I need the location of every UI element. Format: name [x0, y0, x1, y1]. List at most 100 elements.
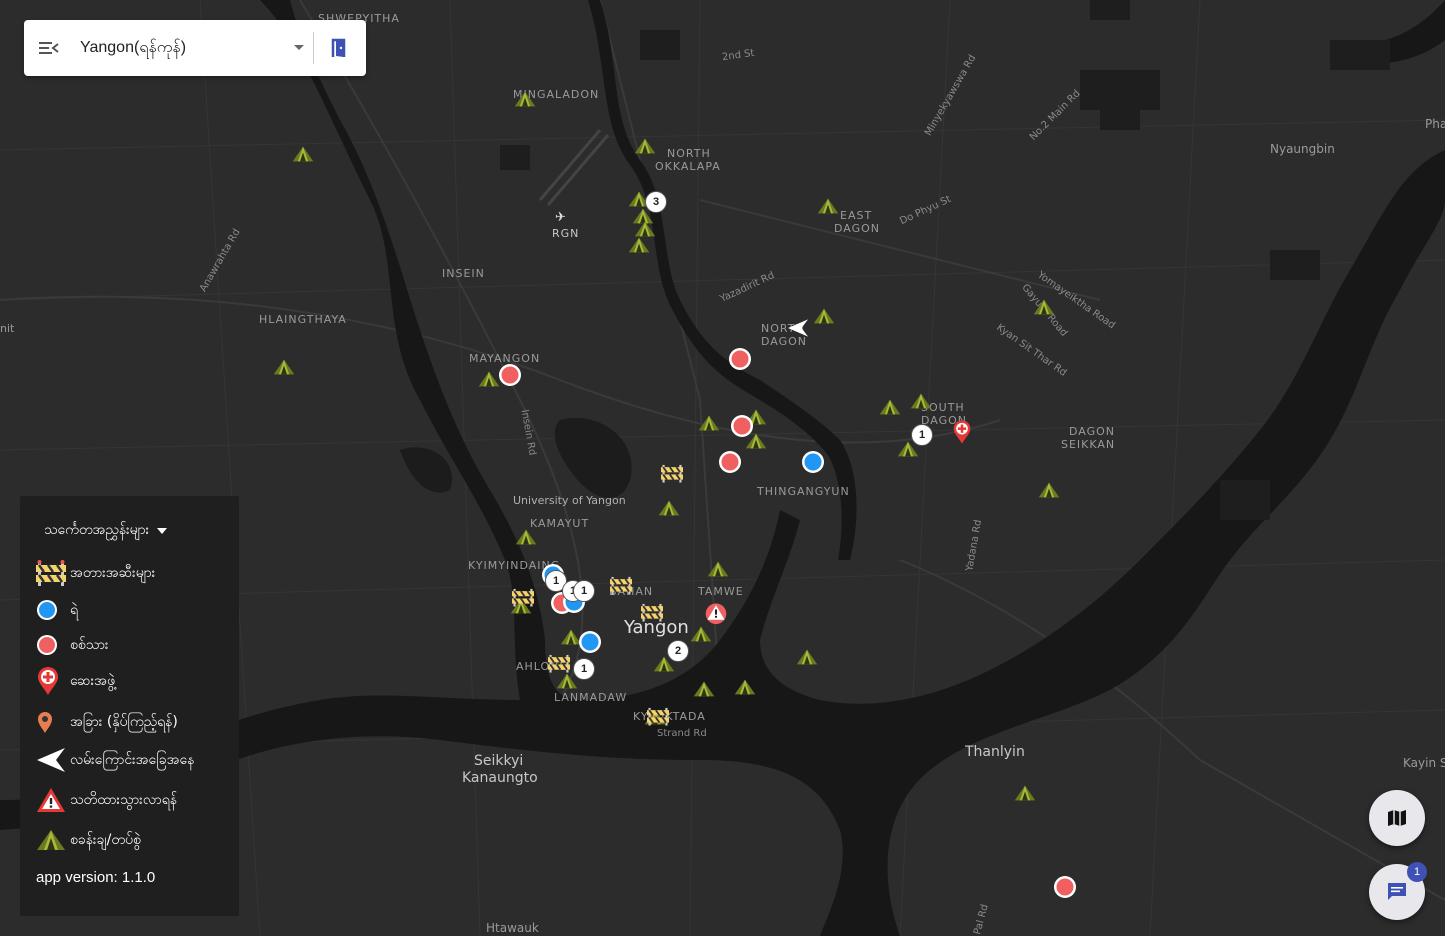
legend-item-direction: လမ်းကြောင်းအခြေအနေ [36, 745, 194, 775]
legend-label: စခန်းချ/တပ်စွဲ [70, 831, 141, 848]
camp-icon[interactable] [910, 392, 932, 414]
cluster-count-badge[interactable]: 1 [573, 658, 595, 680]
camp-icon[interactable] [796, 648, 818, 670]
place-label: TAMWE [698, 585, 744, 598]
place-label: Kanaungto [462, 770, 538, 786]
barrier-icon[interactable] [641, 602, 663, 626]
barrier-icon[interactable] [647, 706, 669, 730]
place-label: University of Yangon [513, 494, 626, 507]
police-icon [36, 595, 70, 625]
cluster-count-badge[interactable]: 3 [645, 191, 667, 213]
camp-icon[interactable] [478, 370, 500, 392]
city-select[interactable]: Yangon(ရန်ကုန်) [74, 36, 285, 60]
place-label: NORTH [667, 147, 711, 160]
legend-item-police: ရဲ [36, 595, 78, 625]
military-icon[interactable] [728, 347, 752, 375]
legend-item-camp: စခန်းချ/တပ်စွဲ [36, 825, 141, 855]
camp-icon[interactable] [817, 197, 839, 219]
legend-title: သင်္ကေတအညွှန်းများ [44, 522, 150, 538]
military-icon [36, 630, 70, 660]
camp-icon[interactable] [634, 137, 656, 159]
place-label: RGN [552, 227, 580, 240]
map-layers-button[interactable] [1369, 790, 1425, 846]
app-version: app version: 1.1.0 [36, 869, 156, 886]
legend-item-military: စစ်သား [36, 630, 109, 660]
legend-item-medical: ဆေးအဖွဲ့ [36, 666, 115, 696]
cluster-count-badge[interactable]: 1 [573, 580, 595, 602]
place-label: KAMAYUT [530, 517, 590, 530]
camp-icon[interactable] [514, 90, 536, 112]
legend-label: အခြား (နှိပ်ကြည့်ရန်) [70, 713, 178, 730]
legend-label: လမ်းကြောင်းအခြေအနေ [70, 751, 195, 768]
medical-icon[interactable] [952, 419, 972, 449]
place-label: Thanlyin [965, 744, 1025, 760]
military-icon[interactable] [498, 363, 522, 391]
camp-icon[interactable] [1014, 784, 1036, 806]
legend-toggle[interactable]: သင်္ကေတအညွှန်းများ [44, 520, 168, 541]
place-label: EAST [840, 209, 873, 222]
direction-arrow-icon[interactable] [787, 318, 809, 342]
camp-icon[interactable] [690, 625, 712, 647]
barrier-icon[interactable] [610, 575, 632, 599]
chevron-down-icon[interactable] [285, 44, 313, 52]
map-icon [1388, 810, 1406, 826]
camp-icon[interactable] [734, 678, 756, 700]
legend-label: စစ်သား [70, 636, 109, 653]
military-icon[interactable] [730, 414, 754, 442]
place-label: INSEIN [442, 267, 485, 280]
chat-button[interactable]: 1 [1369, 862, 1427, 920]
camp-icon[interactable] [1033, 298, 1055, 320]
chat-badge: 1 [1407, 862, 1427, 882]
cluster-count-badge[interactable]: 2 [667, 640, 689, 662]
camp-icon[interactable] [658, 499, 680, 521]
camp-icon[interactable] [707, 560, 729, 582]
medical-icon [36, 666, 70, 696]
direction-arrow-icon [36, 745, 70, 775]
place-label: Kayin Se [1403, 756, 1445, 770]
camp-icon[interactable] [515, 528, 537, 550]
caret-down-icon [157, 527, 168, 534]
camp-icon[interactable] [879, 398, 901, 420]
barrier-icon [36, 558, 70, 588]
police-icon[interactable] [578, 630, 602, 658]
camp-icon[interactable] [273, 358, 295, 380]
city-selector-bar: Yangon(ရန်ကုန်) [24, 20, 366, 76]
place-label: HLAINGTHAYA [259, 313, 347, 326]
camp-icon[interactable] [813, 307, 835, 329]
warning-icon[interactable] [703, 600, 729, 628]
place-label: THINGANGYUN [757, 485, 850, 498]
legend-item-barrier: အတားအဆီးများ [36, 558, 155, 588]
legend-label: ရဲ [70, 601, 79, 618]
police-icon[interactable] [801, 450, 825, 478]
place-label: Seikkyi [474, 753, 524, 769]
airport-icon: ✈ [555, 210, 566, 225]
warning-icon [36, 785, 70, 815]
camp-icon[interactable] [693, 680, 715, 702]
place-label: OKKALAPA [655, 160, 721, 173]
legend-label: သတိထားသွားလာရန် [70, 791, 178, 808]
military-icon[interactable] [718, 450, 742, 478]
barrier-icon[interactable] [661, 463, 683, 487]
place-label: nit [0, 322, 15, 335]
place-label: SEIKKAN [1061, 438, 1116, 451]
cluster-count-badge[interactable]: 1 [911, 424, 933, 446]
exit-door-icon[interactable] [314, 20, 366, 76]
other-pin-icon [36, 707, 70, 737]
legend-panel: သင်္ကေတအညွှန်းများ အတားအဆီးများ ရဲ စစ်သာ… [20, 496, 239, 916]
legend-label: အတားအဆီးများ [70, 564, 156, 581]
military-icon[interactable] [1053, 875, 1077, 903]
place-label: DAGON [1069, 425, 1116, 438]
place-label: DAGON [834, 222, 881, 235]
camp-icon[interactable] [292, 145, 314, 167]
place-label: Pha [1425, 117, 1445, 131]
camp-icon[interactable] [628, 236, 650, 258]
menu-open-icon[interactable] [24, 20, 74, 76]
barrier-icon[interactable] [512, 587, 534, 611]
chat-icon [1388, 883, 1406, 900]
camp-icon[interactable] [1038, 481, 1060, 503]
camp-icon [36, 825, 70, 855]
legend-label: ဆေးအဖွဲ့ [70, 672, 115, 689]
barrier-icon[interactable] [548, 653, 570, 677]
place-label: Htawauk [486, 921, 539, 935]
camp-icon[interactable] [698, 414, 720, 436]
